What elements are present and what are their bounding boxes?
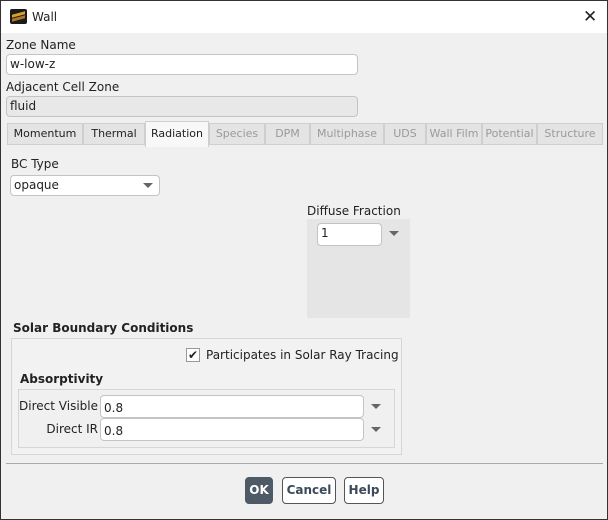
direct-ir-dropdown-icon[interactable] xyxy=(371,427,381,432)
help-button[interactable]: Help xyxy=(344,477,384,504)
participates-checkbox[interactable]: ✔ xyxy=(186,348,200,362)
bc-type-value: opaque xyxy=(14,178,59,192)
direct-ir-input[interactable]: 0.8 xyxy=(100,418,364,441)
tab-species: Species xyxy=(209,123,265,145)
separator xyxy=(6,463,603,464)
cancel-button[interactable]: Cancel xyxy=(282,477,336,504)
zone-name-label: Zone Name xyxy=(6,38,76,52)
participates-label: Participates in Solar Ray Tracing xyxy=(206,348,399,362)
title-bar: Wall ✕ xyxy=(1,1,607,33)
tab-multiphase: Multiphase xyxy=(310,123,384,145)
direct-visible-dropdown-icon[interactable] xyxy=(371,404,381,409)
fluent-logo-icon xyxy=(10,9,27,24)
tab-uds: UDS xyxy=(384,123,426,145)
direct-visible-label: Direct Visible xyxy=(19,399,98,413)
zone-name-input[interactable]: w-low-z xyxy=(6,54,358,75)
adjacent-cell-zone-field: fluid xyxy=(6,96,358,117)
tab-potential: Potential xyxy=(482,123,537,145)
diffuse-fraction-dropdown-icon[interactable] xyxy=(389,231,399,236)
tab-radiation[interactable]: Radiation xyxy=(145,121,209,147)
tab-wall-film: Wall Film xyxy=(426,123,482,145)
absorptivity-title: Absorptivity xyxy=(20,372,104,386)
ok-button[interactable]: OK xyxy=(245,477,273,504)
wall-dialog: Wall ✕ Zone Name w-low-z Adjacent Cell Z… xyxy=(0,0,608,520)
bc-type-label: BC Type xyxy=(11,157,59,171)
diffuse-fraction-label: Diffuse Fraction xyxy=(307,204,401,218)
adjacent-cell-zone-label: Adjacent Cell Zone xyxy=(6,80,120,94)
window-title: Wall xyxy=(32,10,58,24)
solar-bc-title: Solar Boundary Conditions xyxy=(13,321,194,335)
tab-structure: Structure xyxy=(537,123,603,145)
close-icon[interactable]: ✕ xyxy=(583,7,597,27)
diffuse-fraction-input[interactable]: 1 xyxy=(317,223,382,246)
tab-momentum[interactable]: Momentum xyxy=(7,123,83,145)
direct-visible-input[interactable]: 0.8 xyxy=(100,395,364,418)
tab-thermal[interactable]: Thermal xyxy=(83,123,145,145)
tab-dpm: DPM xyxy=(265,123,310,145)
direct-ir-label: Direct IR xyxy=(46,422,98,436)
bc-type-select[interactable]: opaque xyxy=(10,175,160,196)
chevron-down-icon xyxy=(143,183,153,188)
